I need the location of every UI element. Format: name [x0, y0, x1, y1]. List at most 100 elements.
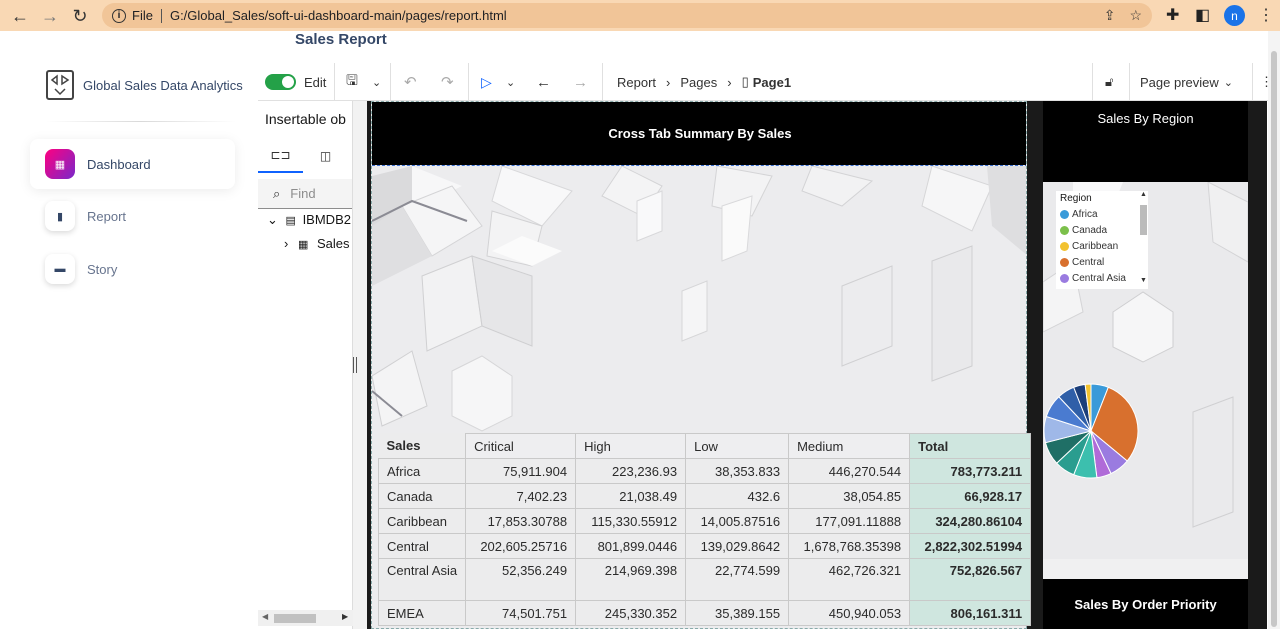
table-cell: 17,853.30788 [465, 508, 577, 534]
legend-item[interactable]: Canada [1060, 222, 1144, 238]
table-cell: 752,826.567 [909, 558, 1032, 601]
scroll-thumb[interactable] [1271, 51, 1277, 627]
region-pie-chart[interactable] [1043, 380, 1153, 480]
forward-icon[interactable]: → [37, 3, 63, 29]
legend-scrollbar[interactable]: ▲ ▼ [1138, 191, 1148, 287]
table-row[interactable]: Central Asia 52,356.249 214,969.398 22,774.… [377, 558, 1032, 601]
table-row[interactable]: Central 202,605.25716 801,899.0446 139,029.… [377, 533, 1032, 559]
redo-icon[interactable]: ↷ [441, 63, 454, 101]
undo-icon[interactable]: ↶ [404, 63, 417, 101]
legend-item[interactable]: Central [1060, 254, 1144, 270]
table-cell: 66,928.17 [909, 483, 1032, 509]
tree-item-ibmdb2[interactable]: ⌄ ▤ IBMDB2 [267, 212, 351, 228]
row-header[interactable]: Caribbean [377, 508, 467, 534]
region-legend[interactable]: Region Africa Canada Caribbean Central C… [1056, 191, 1148, 289]
sidebar-item-dashboard[interactable]: ▦ Dashboard [30, 139, 235, 189]
chevron-right-icon: › [284, 236, 289, 251]
address-bar[interactable]: i File G:/Global_Sales/soft-ui-dashboard… [102, 3, 1152, 28]
page-preview-dropdown[interactable]: Page preview ⌄ [1140, 63, 1233, 101]
row-header[interactable]: Africa [377, 458, 467, 484]
table-cell: 783,773.211 [909, 458, 1032, 484]
legend-swatch [1060, 209, 1069, 219]
browser-menu-icon[interactable]: ⋮ [1258, 5, 1274, 25]
tree-item-sales[interactable]: › ▦ Sales [284, 236, 350, 251]
side-panel-icon[interactable]: ◧ [1195, 5, 1210, 25]
row-header[interactable]: EMEA [377, 600, 467, 626]
legend-label: Central Asia [1072, 272, 1126, 284]
chevron-down-icon[interactable]: ⌄ [506, 63, 515, 101]
scroll-left-icon[interactable]: ◀ [262, 612, 268, 621]
legend-label: Africa [1072, 208, 1098, 220]
scroll-right-icon[interactable]: ▶ [342, 612, 348, 621]
scroll-up-icon[interactable]: ▲ [1140, 191, 1147, 198]
row-header[interactable]: Canada [377, 483, 467, 509]
table-row[interactable]: Canada 7,402.23 21,038.49 432.6 38,054.85 66,… [377, 483, 1032, 509]
column-header[interactable]: Total [909, 433, 1032, 459]
horizontal-scrollbar[interactable]: ◀ ▶ [258, 610, 353, 626]
table-cell: 74,501.751 [465, 600, 577, 626]
shop-icon: ▦ [45, 149, 75, 179]
edit-toggle[interactable]: Edit [258, 63, 326, 101]
share-icon[interactable]: ⇪ [1104, 7, 1116, 24]
sidebar-item-label: Story [87, 261, 118, 277]
divider [1252, 63, 1253, 101]
legend-item[interactable]: Central Asia [1060, 270, 1144, 286]
column-header[interactable]: Critical [465, 433, 577, 459]
table-cell: 450,940.053 [788, 600, 911, 626]
crosstab-table[interactable]: Sales Critical High Low Medium Total Afr… [377, 433, 1032, 626]
chevron-down-icon[interactable]: ⌄ [372, 63, 381, 101]
page-preview-label: Page preview [1140, 74, 1219, 90]
tab-source[interactable]: ⊏⊐ [258, 139, 303, 173]
region-chart-block[interactable]: Sales By Region Region Africa Canada Car… [1043, 101, 1248, 629]
tab-toolbox[interactable]: ◫ [303, 139, 348, 173]
run-icon[interactable]: ▷ [481, 63, 492, 101]
column-header[interactable]: High [575, 433, 687, 459]
panel-splitter[interactable] [353, 101, 367, 629]
breadcrumb-pages[interactable]: Pages [680, 75, 717, 90]
forward-arrow-icon[interactable]: → [573, 63, 588, 101]
chevron-right-icon: › [727, 74, 732, 90]
brand[interactable]: Global Sales Data Analytics [46, 70, 243, 100]
breadcrumb-page1[interactable]: Page1 [753, 75, 791, 90]
row-header[interactable]: Central [377, 533, 467, 559]
row-header[interactable]: Central Asia [377, 558, 467, 601]
save-icon[interactable]: 🖫 [346, 63, 358, 101]
table-row[interactable]: Caribbean 17,853.30788 115,330.55912 14,005… [377, 508, 1032, 534]
back-icon[interactable]: ← [7, 3, 33, 29]
table-cell: 324,280.86104 [909, 508, 1032, 534]
find-input[interactable]: ⌕ Find [258, 179, 352, 209]
table-cell: 202,605.25716 [465, 533, 577, 559]
table-cell: 75,911.904 [465, 458, 577, 484]
page-scrollbar[interactable] [1268, 31, 1280, 629]
toggle-switch[interactable] [265, 74, 296, 90]
table-cell: 14,005.87516 [685, 508, 790, 534]
legend-item[interactable]: Caribbean [1060, 238, 1144, 254]
divider [46, 121, 236, 122]
legend-item[interactable]: Africa [1060, 206, 1144, 222]
region-chart-title: Sales By Region [1043, 101, 1248, 182]
drag-handle-icon[interactable] [353, 357, 357, 373]
info-icon[interactable]: i [112, 8, 126, 23]
extensions-icon[interactable]: ✚ [1166, 5, 1179, 25]
column-header[interactable]: Medium [788, 433, 911, 459]
column-header[interactable]: Low [685, 433, 790, 459]
scroll-down-icon[interactable]: ▼ [1140, 277, 1147, 284]
avatar[interactable]: n [1224, 5, 1245, 26]
table-row[interactable]: EMEA 74,501.751 245,330.352 35,389.155 450,9… [377, 600, 1032, 626]
sidebar-item-story[interactable]: ▬ Story [30, 244, 235, 294]
star-icon[interactable]: ☆ [1129, 7, 1142, 24]
url-scheme: File [132, 8, 153, 23]
reload-icon[interactable]: ↻ [67, 3, 93, 29]
priority-chart-title: Sales By Order Priority [1043, 579, 1248, 629]
divider [390, 63, 391, 101]
table-row[interactable]: Africa 75,911.904 223,236.93 38,353.833 446,… [377, 458, 1032, 484]
back-arrow-icon[interactable]: ← [536, 63, 551, 101]
scroll-thumb[interactable] [1140, 205, 1147, 235]
breadcrumb-report[interactable]: Report [617, 75, 656, 90]
legend-swatch [1060, 273, 1069, 283]
sidebar-item-report[interactable]: ▮ Report [30, 191, 235, 241]
scroll-thumb[interactable] [274, 614, 316, 623]
credit-card-icon: ▬ [45, 254, 75, 284]
lock-icon[interactable]: 🔓︎ [1105, 63, 1113, 101]
legend-label: Central [1072, 256, 1105, 268]
